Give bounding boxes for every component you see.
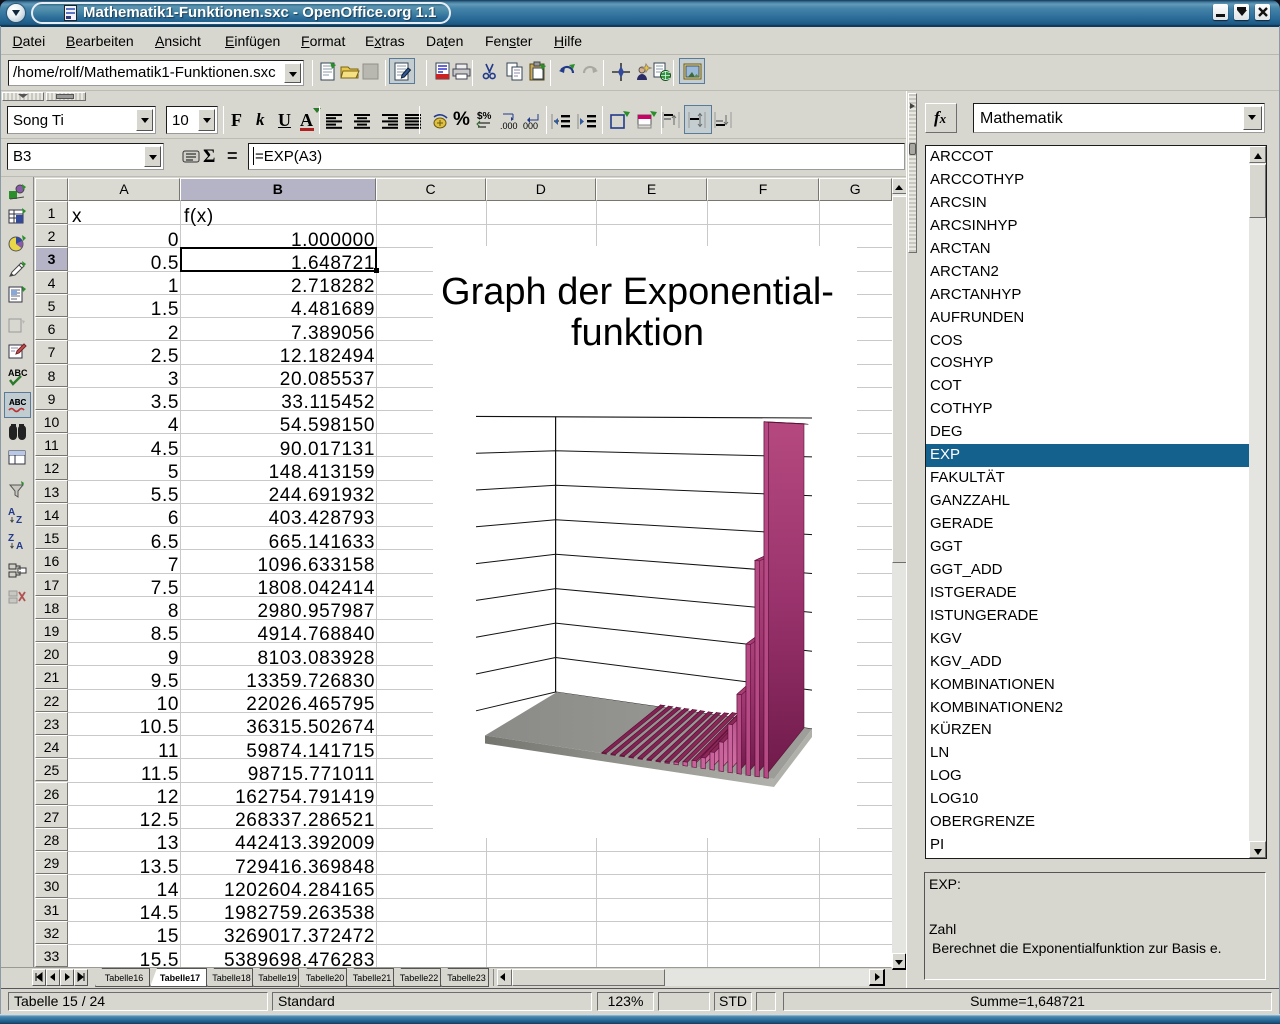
- svg-text:$%: $%: [477, 111, 492, 122]
- svg-text:ABC: ABC: [9, 398, 27, 407]
- svg-text:ABC: ABC: [8, 368, 28, 378]
- svg-text:A: A: [8, 507, 15, 518]
- svg-text:.000: .000: [500, 121, 518, 131]
- svg-text:A: A: [16, 541, 23, 552]
- svg-text:000: 000: [523, 121, 538, 131]
- svg-text:Z: Z: [16, 515, 22, 526]
- svg-text:Z: Z: [8, 533, 14, 544]
